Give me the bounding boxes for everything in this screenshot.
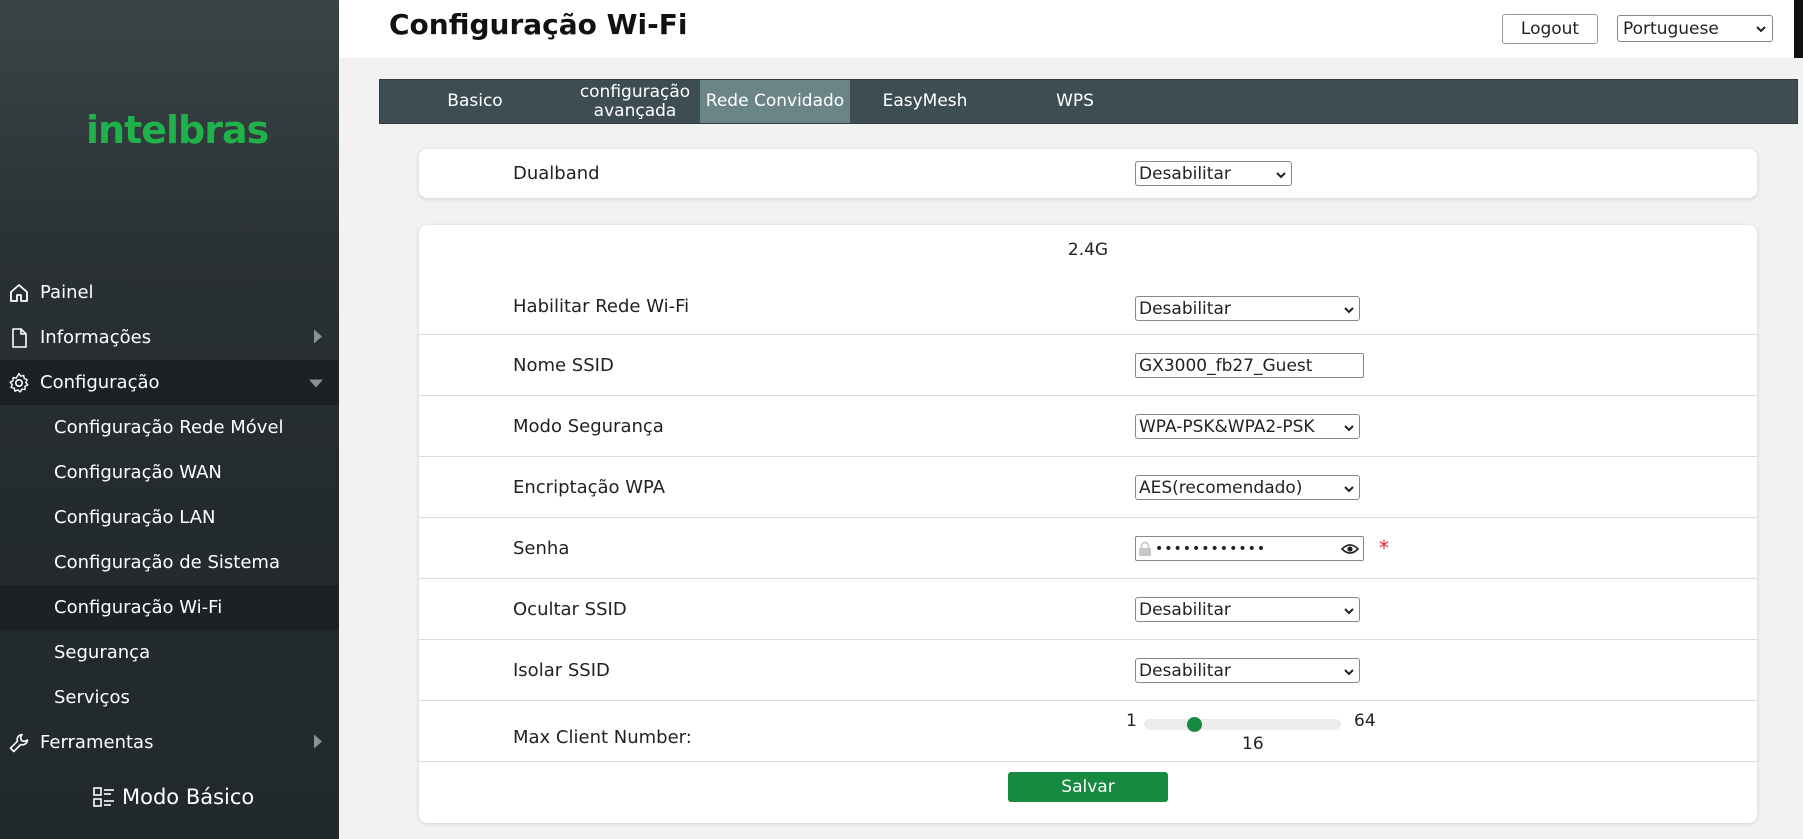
sidebar-item-sistema[interactable]: Configuração de Sistema	[0, 540, 339, 585]
chevron-down-icon	[1343, 302, 1355, 322]
hide-ssid-row: Ocultar SSID Desabilitar	[419, 579, 1757, 640]
chevron-down-icon	[1755, 21, 1767, 41]
wpa-encryption-select[interactable]: AES(recomendado)	[1135, 475, 1360, 500]
chevron-down-icon	[309, 372, 323, 393]
enable-wifi-label: Habilitar Rede Wi-Fi	[513, 296, 690, 317]
sidebar-item-label: Configuração WAN	[54, 462, 222, 483]
password-label: Senha	[513, 538, 570, 559]
sidebar-item-painel[interactable]: Painel	[0, 270, 339, 315]
page-header: Configuração Wi-Fi Logout Portuguese	[339, 0, 1803, 58]
page-title: Configuração Wi-Fi	[389, 8, 688, 41]
enable-wifi-row: Habilitar Rede Wi-Fi Desabilitar	[419, 276, 1757, 335]
lock-icon	[1138, 541, 1152, 557]
slider-max: 64	[1354, 711, 1376, 731]
basic-mode-label: Modo Básico	[122, 785, 255, 809]
slider-value: 16	[1242, 734, 1264, 754]
sidebar-nav: Painel Informações Configuração Configur…	[0, 270, 339, 765]
ssid-row: Nome SSID GX3000_fb27_Guest	[419, 335, 1757, 396]
max-clients-label: Max Client Number:	[513, 727, 692, 748]
enable-wifi-select[interactable]: Desabilitar	[1135, 296, 1360, 321]
wpa-encryption-row: Encriptação WPA AES(recomendado)	[419, 457, 1757, 518]
sidebar-item-label: Segurança	[54, 642, 151, 663]
wpa-encryption-value: AES(recomendado)	[1139, 477, 1303, 498]
document-icon	[8, 327, 30, 349]
tab-rede-convidado[interactable]: Rede Convidado	[700, 80, 850, 123]
sidebar-item-label: Painel	[40, 282, 94, 303]
sidebar-item-ferramentas[interactable]: Ferramentas	[0, 720, 339, 765]
gear-icon	[8, 372, 30, 394]
security-mode-select[interactable]: WPA-PSK&WPA2-PSK	[1135, 414, 1360, 439]
isolate-ssid-label: Isolar SSID	[513, 660, 610, 681]
dualband-label: Dualband	[513, 163, 600, 184]
hide-ssid-select[interactable]: Desabilitar	[1135, 597, 1360, 622]
band-title: 2.4G	[1067, 240, 1109, 260]
save-button[interactable]: Salvar	[1008, 772, 1168, 802]
password-value: ••••••••••••	[1155, 540, 1267, 557]
slider-min: 1	[1126, 711, 1137, 731]
sidebar-item-servicos[interactable]: Serviços	[0, 675, 339, 720]
sidebar-item-configuracao[interactable]: Configuração	[0, 360, 339, 405]
sidebar-item-wifi[interactable]: Configuração Wi-Fi	[0, 585, 339, 630]
home-icon	[8, 282, 30, 304]
chevron-down-icon	[1343, 664, 1355, 684]
hide-ssid-value: Desabilitar	[1139, 599, 1231, 620]
sidebar-item-label: Configuração de Sistema	[54, 552, 280, 573]
sidebar-item-informacoes[interactable]: Informações	[0, 315, 339, 360]
isolate-ssid-row: Isolar SSID Desabilitar	[419, 640, 1757, 701]
sidebar-item-label: Informações	[40, 327, 152, 348]
language-value: Portuguese	[1623, 18, 1719, 39]
ssid-value: GX3000_fb27_Guest	[1139, 355, 1313, 376]
max-clients-slider: 1 64 16	[1126, 711, 1396, 756]
sidebar-item-label: Serviços	[54, 687, 130, 708]
isolate-ssid-value: Desabilitar	[1139, 660, 1231, 681]
tab-wps[interactable]: WPS	[1000, 80, 1150, 123]
sidebar-item-label: Ferramentas	[40, 732, 154, 753]
ssid-label: Nome SSID	[513, 355, 614, 376]
logout-button[interactable]: Logout	[1502, 14, 1598, 44]
max-clients-row: Max Client Number: 1 64 16	[419, 701, 1757, 762]
hide-ssid-label: Ocultar SSID	[513, 599, 627, 620]
password-row: Senha •••••••••••• *	[419, 518, 1757, 579]
window-edge	[1794, 0, 1803, 58]
wpa-encryption-label: Encriptação WPA	[513, 477, 666, 498]
chevron-right-icon	[313, 327, 323, 348]
dualband-value: Desabilitar	[1139, 163, 1231, 184]
sidebar-item-label: Configuração Wi-Fi	[54, 597, 223, 618]
tab-configuracao-avancada[interactable]: configuração avançada	[570, 80, 700, 123]
chevron-right-icon	[313, 732, 323, 753]
band-24g-card: 2.4G Habilitar Rede Wi-Fi Desabilitar No…	[419, 225, 1757, 823]
slider-track[interactable]	[1144, 719, 1341, 730]
tab-easymesh[interactable]: EasyMesh	[850, 80, 1000, 123]
sidebar-item-lan[interactable]: Configuração LAN	[0, 495, 339, 540]
security-mode-label: Modo Segurança	[513, 416, 664, 437]
sidebar: intelbras Painel Informações Configuraçã…	[0, 0, 339, 839]
sidebar-item-wan[interactable]: Configuração WAN	[0, 450, 339, 495]
eye-icon[interactable]	[1340, 541, 1360, 561]
sidebar-item-label: Configuração Rede Móvel	[54, 417, 284, 438]
sidebar-item-rede-movel[interactable]: Configuração Rede Móvel	[0, 405, 339, 450]
tab-bar: Basico configuração avançada Rede Convid…	[379, 79, 1798, 124]
chevron-down-icon	[1343, 481, 1355, 501]
chevron-down-icon	[1343, 420, 1355, 440]
chevron-down-icon	[1343, 603, 1355, 623]
password-input[interactable]: ••••••••••••	[1135, 536, 1364, 561]
ssid-input[interactable]: GX3000_fb27_Guest	[1135, 353, 1364, 378]
sidebar-item-label: Configuração LAN	[54, 507, 216, 528]
security-mode-value: WPA-PSK&WPA2-PSK	[1139, 416, 1315, 437]
basic-mode-button[interactable]: Modo Básico	[92, 785, 254, 809]
dualband-card: Dualband Desabilitar	[419, 149, 1757, 198]
intelbras-logo: intelbras	[86, 108, 269, 152]
enable-wifi-value: Desabilitar	[1139, 298, 1231, 319]
isolate-ssid-select[interactable]: Desabilitar	[1135, 658, 1360, 683]
wrench-icon	[8, 732, 30, 754]
list-layout-icon	[92, 785, 116, 809]
required-mark: *	[1379, 536, 1389, 560]
chevron-down-icon	[1275, 167, 1287, 187]
sidebar-item-label: Configuração	[40, 372, 160, 393]
dualband-select[interactable]: Desabilitar	[1135, 161, 1292, 186]
language-select[interactable]: Portuguese	[1617, 15, 1773, 42]
security-mode-row: Modo Segurança WPA-PSK&WPA2-PSK	[419, 396, 1757, 457]
tab-basico[interactable]: Basico	[380, 80, 570, 123]
sidebar-item-seguranca[interactable]: Segurança	[0, 630, 339, 675]
